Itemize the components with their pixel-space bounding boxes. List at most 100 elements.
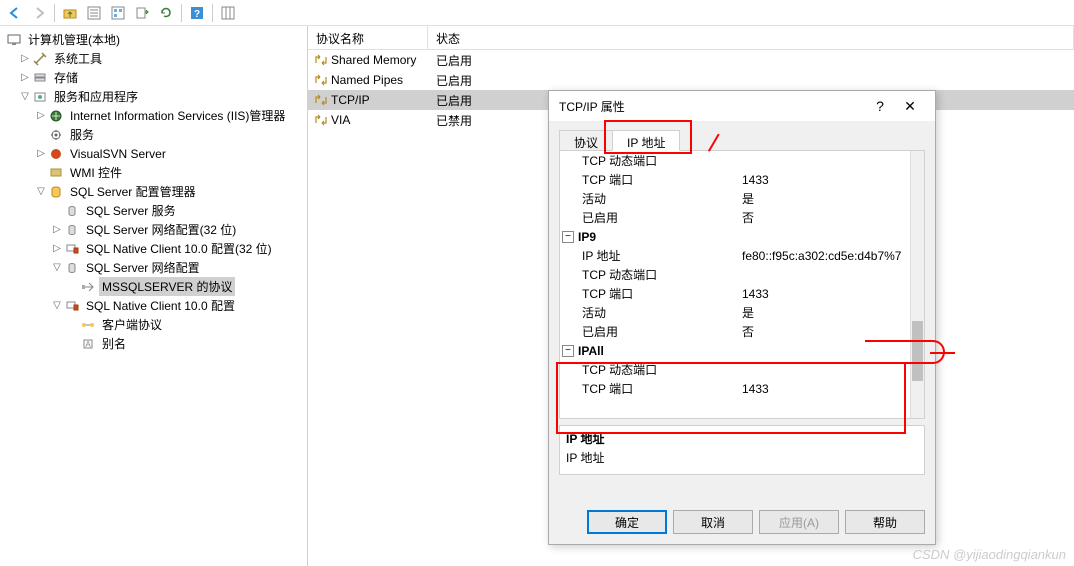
property-name: 已启用 [560, 209, 738, 226]
tree-label: 计算机管理(本地) [25, 30, 123, 49]
property-row[interactable]: TCP 端口1433 [560, 379, 924, 398]
list-row[interactable]: Named Pipes 已启用 [308, 70, 1074, 90]
property-row[interactable]: 已启用否 [560, 208, 924, 227]
expand-icon[interactable]: ▷ [50, 223, 64, 237]
scrollbar-thumb[interactable] [912, 321, 923, 381]
tree-visualsvn[interactable]: ▷ VisualSVN Server [0, 144, 307, 163]
property-name: TCP 端口 [560, 380, 738, 397]
tcpip-properties-dialog: TCP/IP 属性 ? ✕ 协议 IP 地址 TCP 动态端口TCP 端口143… [548, 90, 936, 545]
protocol-name: Named Pipes [331, 73, 403, 87]
net-icon [64, 260, 80, 276]
blank [50, 204, 64, 218]
dialog-titlebar[interactable]: TCP/IP 属性 ? ✕ [549, 91, 935, 121]
expand-icon[interactable]: ▷ [18, 71, 32, 85]
property-row[interactable]: 活动是 [560, 189, 924, 208]
property-grid[interactable]: TCP 动态端口TCP 端口1433活动是已启用否−IP9IP 地址fe80::… [559, 151, 925, 419]
property-row[interactable]: TCP 端口1433 [560, 170, 924, 189]
folder-up-icon[interactable] [59, 2, 81, 24]
property-row[interactable]: TCP 动态端口 [560, 360, 924, 379]
expand-icon[interactable]: ▷ [18, 52, 32, 66]
tree-mssql-protocols[interactable]: MSSQLSERVER 的协议 [0, 277, 307, 296]
expand-icon[interactable]: ▷ [50, 242, 64, 256]
tree-sql-native-32[interactable]: ▷ SQL Native Client 10.0 配置(32 位) [0, 239, 307, 258]
property-row[interactable]: 活动是 [560, 303, 924, 322]
tree-aliases[interactable]: A 别名 [0, 334, 307, 353]
property-row[interactable]: IP 地址fe80::f95c:a302:cd5e:d4b7%7 [560, 246, 924, 265]
protocol-icon [314, 93, 328, 107]
tree-services-item[interactable]: 服务 [0, 125, 307, 144]
export-icon[interactable] [131, 2, 153, 24]
tree-storage[interactable]: ▷ 存储 [0, 68, 307, 87]
help-button[interactable]: 帮助 [845, 510, 925, 534]
refresh-icon[interactable] [155, 2, 177, 24]
col-protocol-name[interactable]: 协议名称 [308, 26, 428, 49]
expand-icon[interactable]: ▷ [34, 109, 48, 123]
expand-icon[interactable]: ▷ [34, 147, 48, 161]
property-name: 活动 [560, 190, 738, 207]
property-value[interactable]: 1433 [738, 173, 924, 187]
tree-sql-native[interactable]: ▽ SQL Native Client 10.0 配置 [0, 296, 307, 315]
property-row[interactable]: TCP 端口1433 [560, 284, 924, 303]
property-group[interactable]: −IPAll [560, 341, 924, 360]
property-row[interactable]: TCP 动态端口 [560, 265, 924, 284]
iis-icon [48, 108, 64, 124]
help-button[interactable]: ? [865, 98, 895, 114]
collapse-icon[interactable]: ▽ [18, 90, 32, 104]
property-row[interactable]: 已启用否 [560, 322, 924, 341]
close-button[interactable]: ✕ [895, 98, 925, 115]
db-icon [64, 203, 80, 219]
collapse-icon[interactable]: ▽ [50, 261, 64, 275]
property-group[interactable]: −IP9 [560, 227, 924, 246]
protocol-status: 已启用 [428, 92, 472, 109]
svg-text:?: ? [194, 9, 200, 20]
property-name: TCP 端口 [560, 285, 738, 302]
collapse-icon[interactable]: − [562, 345, 574, 357]
scrollbar[interactable] [910, 151, 924, 418]
tree-system-tools[interactable]: ▷ 系统工具 [0, 49, 307, 68]
tab-protocol[interactable]: 协议 [559, 130, 613, 151]
tree-root[interactable]: 计算机管理(本地) [0, 30, 307, 49]
properties-icon[interactable] [83, 2, 105, 24]
tree-label: Internet Information Services (IIS)管理器 [67, 106, 288, 125]
forward-icon[interactable] [28, 2, 50, 24]
tree-iis[interactable]: ▷ Internet Information Services (IIS)管理器 [0, 106, 307, 125]
tree-services-apps[interactable]: ▽ 服务和应用程序 [0, 87, 307, 106]
storage-icon [32, 70, 48, 86]
apply-button[interactable]: 应用(A) [759, 510, 839, 534]
list-row[interactable]: Shared Memory已启用 [308, 50, 1074, 70]
sql-icon [48, 184, 64, 200]
cancel-button[interactable]: 取消 [673, 510, 753, 534]
property-value[interactable]: 否 [738, 209, 924, 226]
collapse-icon[interactable]: ▽ [50, 299, 64, 313]
tree-client-protocols[interactable]: 客户端协议 [0, 315, 307, 334]
property-value[interactable]: 是 [738, 304, 924, 321]
tree-sql-config-mgr[interactable]: ▽ SQL Server 配置管理器 [0, 182, 307, 201]
tab-ip-address[interactable]: IP 地址 [612, 130, 680, 151]
property-name: TCP 动态端口 [560, 266, 738, 283]
property-row[interactable]: TCP 动态端口 [560, 151, 924, 170]
columns-icon[interactable] [217, 2, 239, 24]
property-value[interactable]: 否 [738, 323, 924, 340]
back-icon[interactable] [4, 2, 26, 24]
col-status[interactable]: 状态 [428, 26, 1074, 49]
tree-wmi[interactable]: WMI 控件 [0, 163, 307, 182]
help-icon[interactable]: ? [186, 2, 208, 24]
collapse-icon[interactable]: − [562, 231, 574, 243]
protocol-status: 已启用 [428, 72, 472, 89]
ok-button[interactable]: 确定 [587, 510, 667, 534]
dialog-body: 协议 IP 地址 TCP 动态端口TCP 端口1433活动是已启用否−IP9IP… [549, 121, 935, 483]
tree-sql-services[interactable]: SQL Server 服务 [0, 201, 307, 220]
tree-sql-net[interactable]: ▽ SQL Server 网络配置 [0, 258, 307, 277]
tree-sql-net-32[interactable]: ▷ SQL Server 网络配置(32 位) [0, 220, 307, 239]
property-name: TCP 动态端口 [560, 152, 738, 169]
property-value[interactable]: 1433 [738, 382, 924, 396]
separator-icon [54, 4, 55, 22]
collapse-icon[interactable]: ▽ [34, 185, 48, 199]
tree-label: 系统工具 [51, 49, 105, 68]
tree-label: 服务和应用程序 [51, 87, 141, 106]
list-icon[interactable] [107, 2, 129, 24]
property-value[interactable]: fe80::f95c:a302:cd5e:d4b7%7 [738, 249, 924, 263]
property-value[interactable]: 是 [738, 190, 924, 207]
tree-label: SQL Native Client 10.0 配置(32 位) [83, 239, 275, 258]
property-value[interactable]: 1433 [738, 287, 924, 301]
